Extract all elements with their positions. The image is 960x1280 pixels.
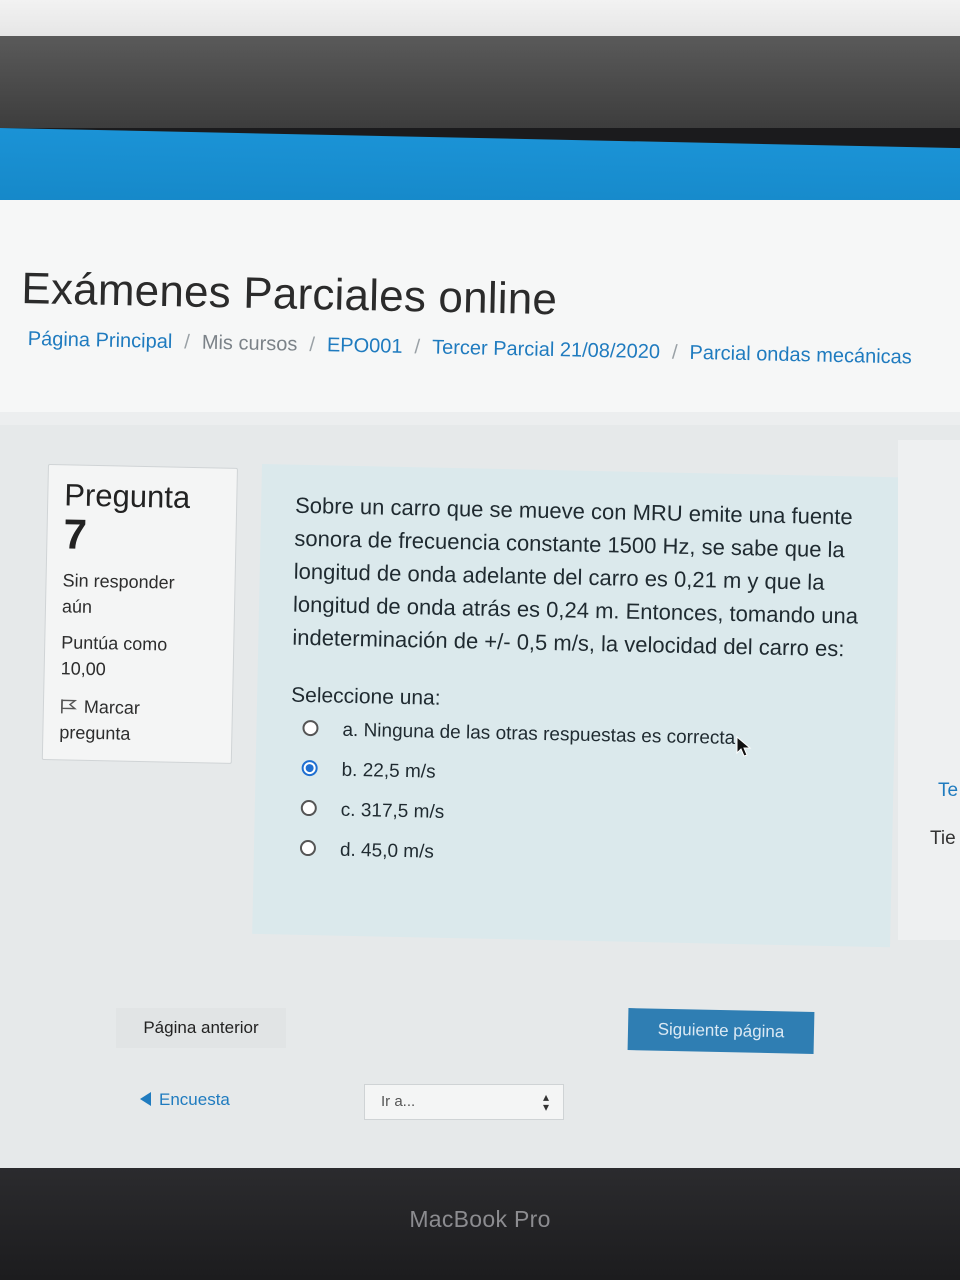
mouse-cursor-icon [736, 736, 752, 757]
breadcrumb-separator: / [309, 333, 316, 357]
question-label: Pregunta [63, 477, 191, 515]
grade-value: 10,00 [60, 658, 106, 680]
question-grade: Puntúa como 10,00 [60, 629, 217, 684]
page-header: Exámenes Parciales online Página Princip… [0, 200, 960, 412]
radio-button-selected[interactable] [301, 759, 318, 777]
page-content: Exámenes Parciales online Página Princip… [0, 200, 960, 1168]
flag-icon [60, 699, 78, 714]
answer-label: c. 317,5 m/s [340, 799, 445, 823]
device-label: MacBook Pro [409, 1206, 551, 1232]
select-prompt: Seleccione una: [290, 683, 441, 710]
answer-label: b. 22,5 m/s [341, 759, 436, 783]
breadcrumb-item-course[interactable]: EPO001 [327, 334, 403, 359]
page-title: Exámenes Parciales online [20, 264, 558, 325]
breadcrumb-separator: / [671, 341, 678, 364]
breadcrumb-item-quiz[interactable]: Parcial ondas mecánicas [689, 342, 912, 370]
grade-line: Puntúa como [61, 632, 168, 655]
quiz-navigation-panel: Te Tie [898, 440, 960, 940]
answer-option-a[interactable]: a. Ninguna de las otras respuestas es co… [290, 716, 860, 756]
triangle-left-icon [140, 1092, 151, 1106]
breadcrumb-separator: / [184, 331, 191, 354]
jump-to-select[interactable]: Ir a... ▴ ▾ [364, 1084, 564, 1120]
flag-label: Marcar [83, 696, 141, 718]
timer-fragment: Te [938, 780, 959, 801]
breadcrumb-separator: / [414, 336, 421, 359]
radio-button[interactable] [302, 719, 319, 737]
jump-select-value: Ir a... [381, 1093, 416, 1110]
time-fragment: Tie [930, 828, 956, 849]
radio-button[interactable] [299, 839, 317, 857]
question-status: Sin responder aún [62, 567, 219, 622]
answer-option-c[interactable]: c. 317,5 m/s [288, 796, 858, 836]
next-page-button[interactable]: Siguiente página [627, 1008, 815, 1054]
previous-page-button[interactable]: Página anterior [116, 1008, 286, 1048]
answer-option-b[interactable]: b. 22,5 m/s [289, 756, 859, 796]
radio-button[interactable] [300, 799, 317, 817]
breadcrumb-item-section[interactable]: Tercer Parcial 21/08/2020 [432, 336, 660, 364]
answer-option-d[interactable]: d. 45,0 m/s [288, 836, 858, 876]
question-content: Sobre un carro que se mueve con MRU emit… [252, 464, 900, 948]
question-info-box: Pregunta 7 Sin responder aún Puntúa como… [41, 464, 238, 764]
flag-label: pregunta [59, 722, 131, 744]
breadcrumb-item-my-courses[interactable]: Mis cursos [202, 332, 298, 357]
answer-label: a. Ninguna de las otras respuestas es co… [342, 719, 741, 750]
back-link[interactable]: Encuesta [140, 1090, 230, 1110]
back-link-label: Encuesta [159, 1090, 230, 1109]
updown-arrows-icon: ▴ ▾ [542, 1090, 549, 1114]
status-line: Sin responder [62, 570, 175, 593]
breadcrumb: Página Principal / Mis cursos / EPO001 /… [28, 328, 913, 370]
answer-label: d. 45,0 m/s [339, 839, 435, 863]
browser-top-strip [0, 0, 960, 36]
status-line: aún [61, 596, 93, 617]
question-text: Sobre un carro que se mueve con MRU emit… [292, 492, 859, 662]
breadcrumb-item-home[interactable]: Página Principal [28, 328, 173, 354]
question-number: 7 [63, 510, 88, 558]
top-navbar [0, 36, 960, 128]
flag-question-link[interactable]: Marcar pregunta [59, 693, 216, 748]
answer-list: a. Ninguna de las otras respuestas es co… [288, 716, 861, 876]
